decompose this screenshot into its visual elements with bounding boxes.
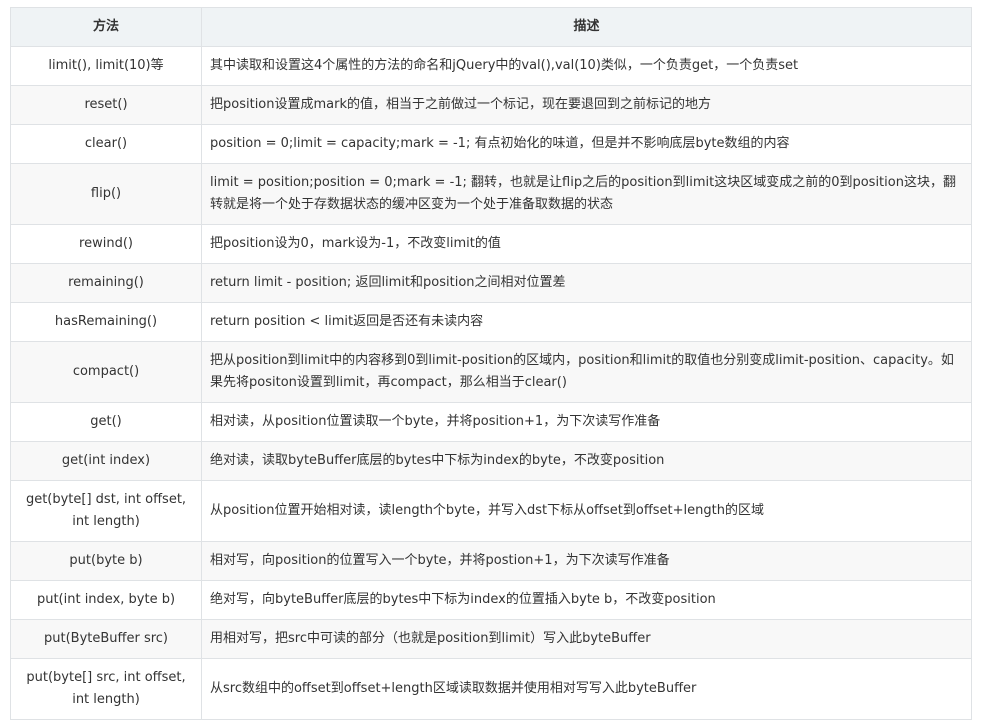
description-cell: return limit - position; 返回limit和positio… <box>201 263 972 303</box>
method-cell: clear() <box>10 124 202 164</box>
description-cell: 绝对读，读取byteBuffer底层的bytes中下标为index的byte，不… <box>201 441 972 481</box>
description-cell: 从position位置开始相对读，读length个byte，并写入dst下标从o… <box>201 480 972 542</box>
method-cell: put(ByteBuffer src) <box>10 619 202 659</box>
method-cell: flip() <box>10 163 202 225</box>
table-row: compact() 把从position到limit中的内容移到0到limit-… <box>10 341 972 403</box>
table-row: reset() 把position设置成mark的值，相当于之前做过一个标记，现… <box>10 85 972 125</box>
description-cell: 用相对写，把src中可读的部分（也就是position到limit）写入此byt… <box>201 619 972 659</box>
method-cell: compact() <box>10 341 202 403</box>
table-row: put(byte[] src, int offset, int length) … <box>10 658 972 720</box>
description-cell: 把position设置成mark的值，相当于之前做过一个标记，现在要退回到之前标… <box>201 85 972 125</box>
table-row: remaining() return limit - position; 返回l… <box>10 263 972 303</box>
method-cell: get() <box>10 402 202 442</box>
description-cell: 相对写，向position的位置写入一个byte，并将postion+1，为下次… <box>201 541 972 581</box>
method-cell: put(byte[] src, int offset, int length) <box>10 658 202 720</box>
description-cell: return position < limit返回是否还有未读内容 <box>201 302 972 342</box>
description-cell: 把position设为0，mark设为-1，不改变limit的值 <box>201 224 972 264</box>
table-row: put(byte b) 相对写，向position的位置写入一个byte，并将p… <box>10 541 972 581</box>
method-cell: hasRemaining() <box>10 302 202 342</box>
table-row: hasRemaining() return position < limit返回… <box>10 302 972 342</box>
table-row: put(ByteBuffer src) 用相对写，把src中可读的部分（也就是p… <box>10 619 972 659</box>
table-row: clear() position = 0;limit = capacity;ma… <box>10 124 972 164</box>
table-row: flip() limit = position;position = 0;mar… <box>10 163 972 225</box>
method-table-container: 方法 描述 limit(), limit(10)等 其中读取和设置这4个属性的方… <box>10 7 972 720</box>
table-header-row: 方法 描述 <box>10 7 972 47</box>
description-cell: 其中读取和设置这4个属性的方法的命名和jQuery中的val(),val(10)… <box>201 46 972 86</box>
header-method: 方法 <box>10 7 202 47</box>
method-cell: remaining() <box>10 263 202 303</box>
bytebuffer-methods-table: 方法 描述 limit(), limit(10)等 其中读取和设置这4个属性的方… <box>10 7 972 720</box>
table-row: get(int index) 绝对读，读取byteBuffer底层的bytes中… <box>10 441 972 481</box>
description-cell: 相对读，从position位置读取一个byte，并将position+1，为下次… <box>201 402 972 442</box>
description-cell: position = 0;limit = capacity;mark = -1;… <box>201 124 972 164</box>
method-cell: put(byte b) <box>10 541 202 581</box>
description-cell: limit = position;position = 0;mark = -1;… <box>201 163 972 225</box>
description-cell: 绝对写，向byteBuffer底层的bytes中下标为index的位置插入byt… <box>201 580 972 620</box>
method-cell: limit(), limit(10)等 <box>10 46 202 86</box>
table-row: put(int index, byte b) 绝对写，向byteBuffer底层… <box>10 580 972 620</box>
header-description: 描述 <box>201 7 972 47</box>
method-cell: get(byte[] dst, int offset, int length) <box>10 480 202 542</box>
method-cell: rewind() <box>10 224 202 264</box>
table-row: limit(), limit(10)等 其中读取和设置这4个属性的方法的命名和j… <box>10 46 972 86</box>
description-cell: 把从position到limit中的内容移到0到limit-position的区… <box>201 341 972 403</box>
method-cell: get(int index) <box>10 441 202 481</box>
table-row: get(byte[] dst, int offset, int length) … <box>10 480 972 542</box>
description-cell: 从src数组中的offset到offset+length区域读取数据并使用相对写… <box>201 658 972 720</box>
table-row: get() 相对读，从position位置读取一个byte，并将position… <box>10 402 972 442</box>
table-row: rewind() 把position设为0，mark设为-1，不改变limit的… <box>10 224 972 264</box>
method-cell: reset() <box>10 85 202 125</box>
method-cell: put(int index, byte b) <box>10 580 202 620</box>
